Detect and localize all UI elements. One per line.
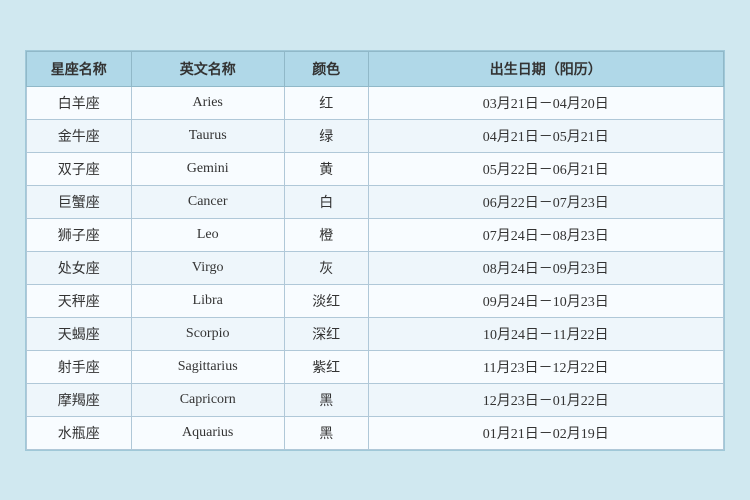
table-row: 双子座Gemini黄05月22日－06月21日 [27, 152, 724, 185]
cell-color: 深红 [284, 317, 368, 350]
cell-english-name: Taurus [131, 119, 284, 152]
table-row: 水瓶座Aquarius黑01月21日－02月19日 [27, 416, 724, 449]
cell-chinese-name: 白羊座 [27, 86, 132, 119]
cell-date: 08月24日－09月23日 [368, 251, 724, 284]
cell-english-name: Gemini [131, 152, 284, 185]
cell-english-name: Sagittarius [131, 350, 284, 383]
header-color: 颜色 [284, 51, 368, 86]
cell-color: 灰 [284, 251, 368, 284]
table-row: 天秤座Libra淡红09月24日－10月23日 [27, 284, 724, 317]
cell-english-name: Aries [131, 86, 284, 119]
table-row: 巨蟹座Cancer白06月22日－07月23日 [27, 185, 724, 218]
table-row: 摩羯座Capricorn黑12月23日－01月22日 [27, 383, 724, 416]
cell-date: 09月24日－10月23日 [368, 284, 724, 317]
cell-date: 12月23日－01月22日 [368, 383, 724, 416]
cell-date: 05月22日－06月21日 [368, 152, 724, 185]
table-row: 白羊座Aries红03月21日－04月20日 [27, 86, 724, 119]
cell-chinese-name: 狮子座 [27, 218, 132, 251]
cell-color: 黑 [284, 383, 368, 416]
zodiac-table-container: 星座名称 英文名称 颜色 出生日期（阳历） 白羊座Aries红03月21日－04… [25, 50, 725, 451]
cell-date: 11月23日－12月22日 [368, 350, 724, 383]
cell-chinese-name: 金牛座 [27, 119, 132, 152]
cell-chinese-name: 天秤座 [27, 284, 132, 317]
cell-color: 白 [284, 185, 368, 218]
cell-chinese-name: 射手座 [27, 350, 132, 383]
table-row: 处女座Virgo灰08月24日－09月23日 [27, 251, 724, 284]
cell-color: 黄 [284, 152, 368, 185]
cell-chinese-name: 天蝎座 [27, 317, 132, 350]
cell-chinese-name: 摩羯座 [27, 383, 132, 416]
header-date: 出生日期（阳历） [368, 51, 724, 86]
cell-date: 06月22日－07月23日 [368, 185, 724, 218]
cell-color: 绿 [284, 119, 368, 152]
cell-color: 紫红 [284, 350, 368, 383]
table-row: 狮子座Leo橙07月24日－08月23日 [27, 218, 724, 251]
cell-date: 04月21日－05月21日 [368, 119, 724, 152]
cell-english-name: Capricorn [131, 383, 284, 416]
cell-chinese-name: 水瓶座 [27, 416, 132, 449]
zodiac-table: 星座名称 英文名称 颜色 出生日期（阳历） 白羊座Aries红03月21日－04… [26, 51, 724, 450]
cell-english-name: Libra [131, 284, 284, 317]
cell-date: 10月24日－11月22日 [368, 317, 724, 350]
cell-chinese-name: 处女座 [27, 251, 132, 284]
cell-english-name: Virgo [131, 251, 284, 284]
header-chinese-name: 星座名称 [27, 51, 132, 86]
cell-english-name: Leo [131, 218, 284, 251]
cell-date: 07月24日－08月23日 [368, 218, 724, 251]
cell-color: 黑 [284, 416, 368, 449]
cell-english-name: Aquarius [131, 416, 284, 449]
table-header-row: 星座名称 英文名称 颜色 出生日期（阳历） [27, 51, 724, 86]
cell-date: 01月21日－02月19日 [368, 416, 724, 449]
cell-chinese-name: 巨蟹座 [27, 185, 132, 218]
cell-color: 橙 [284, 218, 368, 251]
header-english-name: 英文名称 [131, 51, 284, 86]
cell-date: 03月21日－04月20日 [368, 86, 724, 119]
cell-color: 淡红 [284, 284, 368, 317]
table-row: 天蝎座Scorpio深红10月24日－11月22日 [27, 317, 724, 350]
cell-english-name: Cancer [131, 185, 284, 218]
cell-chinese-name: 双子座 [27, 152, 132, 185]
cell-english-name: Scorpio [131, 317, 284, 350]
cell-color: 红 [284, 86, 368, 119]
table-row: 射手座Sagittarius紫红11月23日－12月22日 [27, 350, 724, 383]
table-row: 金牛座Taurus绿04月21日－05月21日 [27, 119, 724, 152]
